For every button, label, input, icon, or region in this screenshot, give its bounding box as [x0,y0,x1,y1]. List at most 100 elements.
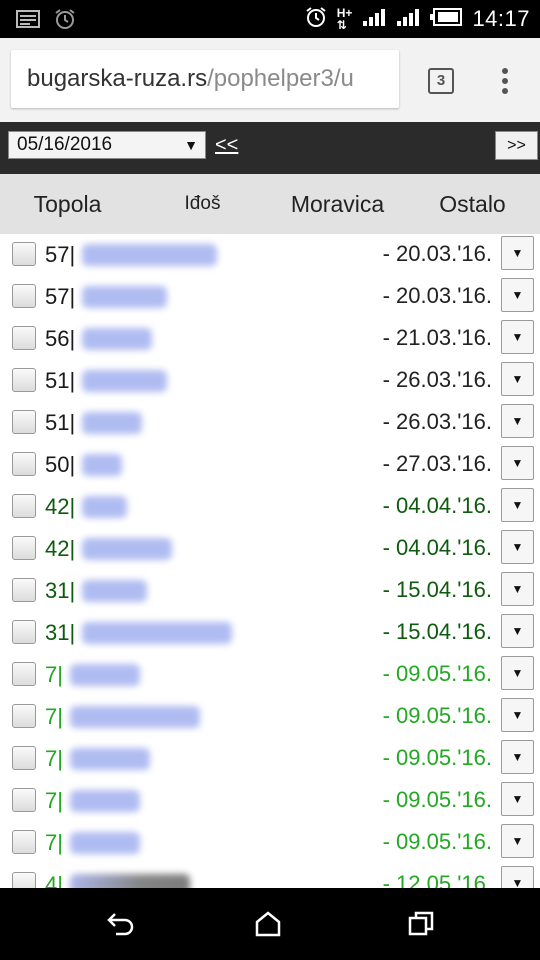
list-item: 7| - 09.05.'16. ▼ [0,696,540,738]
row-date: - 15.04.'16. [382,619,492,644]
row-menu-dropdown[interactable]: ▼ [501,698,534,732]
row-checkbox[interactable] [12,368,36,392]
list-item: 51| - 26.03.'16. ▼ [0,360,540,402]
row-date: - 20.03.'16. [382,241,492,266]
tab-ostalo[interactable]: Ostalo [405,174,540,234]
list-item: 50| - 27.03.'16. ▼ [0,444,540,486]
row-date: - 20.03.'16. [382,283,492,308]
redacted-name [82,328,152,350]
row-menu-dropdown[interactable]: ▼ [501,866,534,888]
row-date: - 21.03.'16. [382,325,492,350]
days-count: 7| [45,830,63,855]
row-menu-dropdown[interactable]: ▼ [501,572,534,606]
row-checkbox[interactable] [12,746,36,770]
row-checkbox[interactable] [12,284,36,308]
list-item: 31| - 15.04.'16. ▼ [0,612,540,654]
tab-idos[interactable]: Iđoš [135,174,270,234]
days-count: 50| [45,452,76,477]
days-count: 7| [45,704,63,729]
row-checkbox[interactable] [12,326,36,350]
row-checkbox[interactable] [12,242,36,266]
record-list: 57| - 20.03.'16. ▼ 57| - 20.03.'16. ▼ 56| - 21.… [0,234,540,888]
location-tabs: Topola Iđoš Moravica Ostalo [0,174,540,234]
days-count: 7| [45,662,63,687]
days-count: 51| [45,410,76,435]
clock: 14:17 [472,6,530,31]
next-date-button[interactable]: >> [495,131,538,160]
row-checkbox[interactable] [12,578,36,602]
row-date: - 09.05.'16. [382,787,492,812]
row-menu-dropdown[interactable]: ▼ [501,404,534,438]
tab-switcher-button[interactable]: 3 [428,68,454,94]
row-checkbox[interactable] [12,662,36,686]
row-menu-dropdown[interactable]: ▼ [501,488,534,522]
days-count: 42| [45,494,76,519]
browser-toolbar: bugarska-ruza.rs/pophelper3/u 3 [0,38,540,122]
row-date: - 27.03.'16. [382,451,492,476]
row-checkbox[interactable] [12,788,36,812]
redacted-name [82,244,217,266]
notification-icon [16,9,40,34]
row-date: - 04.04.'16. [382,493,492,518]
days-count: 42| [45,536,76,561]
status-bar: H+ ⇅ 14:17 [0,0,540,38]
redacted-name [70,874,190,888]
redacted-name [82,412,142,434]
network-type-icon: H+ ⇅ [336,6,353,32]
home-icon[interactable] [253,910,283,943]
list-item: 57| - 20.03.'16. ▼ [0,234,540,276]
redacted-name [82,286,167,308]
row-checkbox[interactable] [12,872,36,888]
list-item: 4| - 12.05.'16. ▼ [0,864,540,888]
previous-date-link[interactable]: << [215,134,238,157]
battery-icon [430,7,463,31]
list-item: 31| - 15.04.'16. ▼ [0,570,540,612]
row-menu-dropdown[interactable]: ▼ [501,362,534,396]
url-host: bugarska-ruza.rs [27,65,208,92]
row-menu-dropdown[interactable]: ▼ [501,278,534,312]
row-date: - 12.05.'16. [382,871,492,888]
back-icon[interactable] [106,910,136,943]
redacted-name [70,748,150,770]
date-select[interactable]: 05/16/2016 ▼ [8,131,206,159]
list-item: 42| - 04.04.'16. ▼ [0,528,540,570]
list-item: 7| - 09.05.'16. ▼ [0,654,540,696]
days-count: 31| [45,620,76,645]
row-menu-dropdown[interactable]: ▼ [501,530,534,564]
redacted-name [70,664,140,686]
row-checkbox[interactable] [12,410,36,434]
address-bar[interactable]: bugarska-ruza.rs/pophelper3/u [11,50,399,108]
tab-topola[interactable]: Topola [0,174,135,234]
days-count: 7| [45,788,63,813]
row-checkbox[interactable] [12,452,36,476]
navigation-bar [0,888,540,960]
row-checkbox[interactable] [12,704,36,728]
overflow-menu-icon[interactable] [500,68,510,98]
row-menu-dropdown[interactable]: ▼ [501,236,534,270]
row-menu-dropdown[interactable]: ▼ [501,656,534,690]
recents-icon[interactable] [406,910,436,943]
signal-icon [396,7,420,32]
days-count: 31| [45,578,76,603]
row-checkbox[interactable] [12,620,36,644]
tab-moravica[interactable]: Moravica [270,174,405,234]
row-menu-dropdown[interactable]: ▼ [501,446,534,480]
url-path: /pophelper3/u [207,65,354,92]
redacted-name [82,622,232,644]
redacted-name [82,538,172,560]
row-menu-dropdown[interactable]: ▼ [501,824,534,858]
row-menu-dropdown[interactable]: ▼ [501,782,534,816]
row-menu-dropdown[interactable]: ▼ [501,320,534,354]
row-checkbox[interactable] [12,830,36,854]
row-date: - 26.03.'16. [382,367,492,392]
row-menu-dropdown[interactable]: ▼ [501,614,534,648]
url-text: bugarska-ruza.rs/pophelper3/u [27,65,354,93]
list-item: 51| - 26.03.'16. ▼ [0,402,540,444]
row-menu-dropdown[interactable]: ▼ [501,740,534,774]
row-checkbox[interactable] [12,536,36,560]
date-navigation-bar: 05/16/2016 ▼ << >> [0,122,540,174]
row-checkbox[interactable] [12,494,36,518]
alarm-icon [305,6,327,33]
alarm-icon [54,8,76,35]
redacted-name [82,370,167,392]
